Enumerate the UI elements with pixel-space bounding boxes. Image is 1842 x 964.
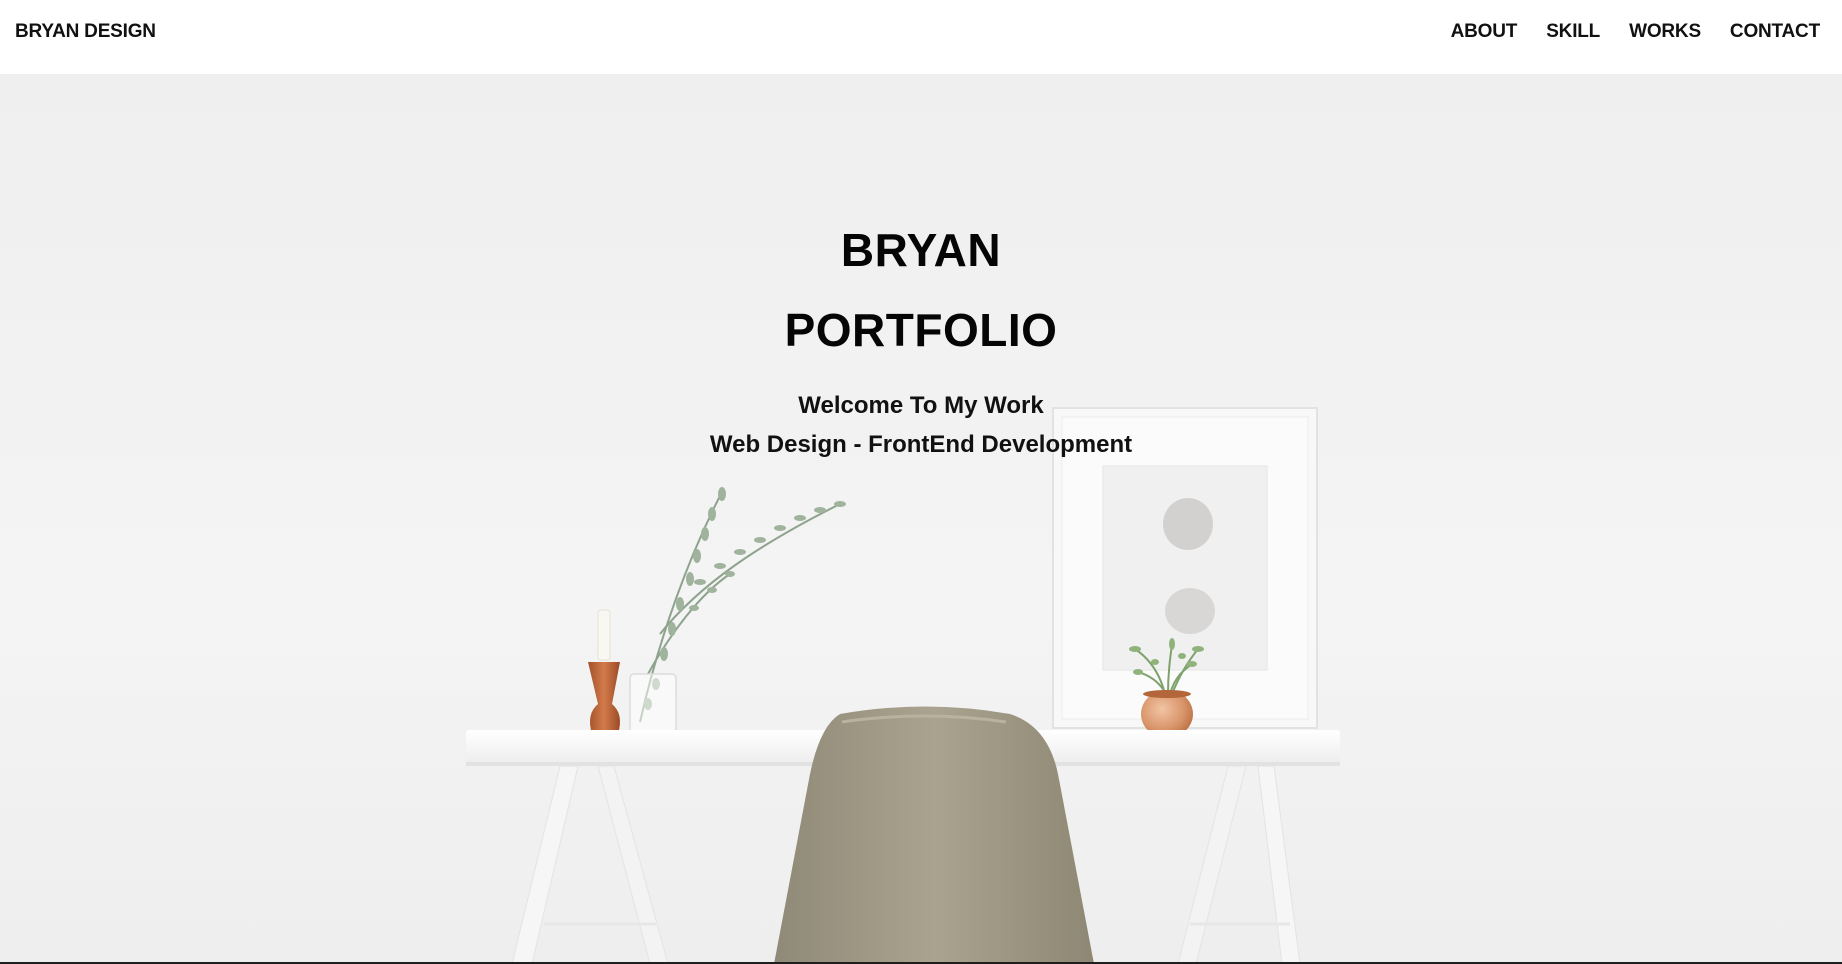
- hero-subtitle-role: Web Design - FrontEnd Development: [709, 431, 1133, 458]
- hero-title-name: BRYAN: [840, 224, 1002, 276]
- nav-item-works: WORKS: [1629, 21, 1701, 43]
- chair: [774, 706, 1094, 964]
- hero-subtitle-welcome: Welcome To My Work: [798, 392, 1044, 419]
- main-nav: ABOUT SKILL WORKS CONTACT: [1451, 21, 1821, 43]
- nav-link-skill[interactable]: SKILL: [1546, 21, 1600, 42]
- hero-section: BRYAN PORTFOLIO Welcome To My Work Web D…: [0, 74, 1842, 964]
- site-header: BRYAN DESIGN ABOUT SKILL WORKS CONTACT: [0, 0, 1842, 74]
- hero-title-portfolio: PORTFOLIO: [784, 304, 1058, 356]
- desk-scene-image: [0, 74, 1842, 964]
- nav-link-works[interactable]: WORKS: [1629, 21, 1701, 42]
- nav-link-contact[interactable]: CONTACT: [1730, 21, 1820, 42]
- nav-link-about[interactable]: ABOUT: [1451, 21, 1518, 42]
- nav-item-contact: CONTACT: [1730, 21, 1820, 43]
- brand-logo-link[interactable]: BRYAN DESIGN: [15, 21, 156, 43]
- nav-item-skill: SKILL: [1546, 21, 1600, 43]
- nav-item-about: ABOUT: [1451, 21, 1518, 43]
